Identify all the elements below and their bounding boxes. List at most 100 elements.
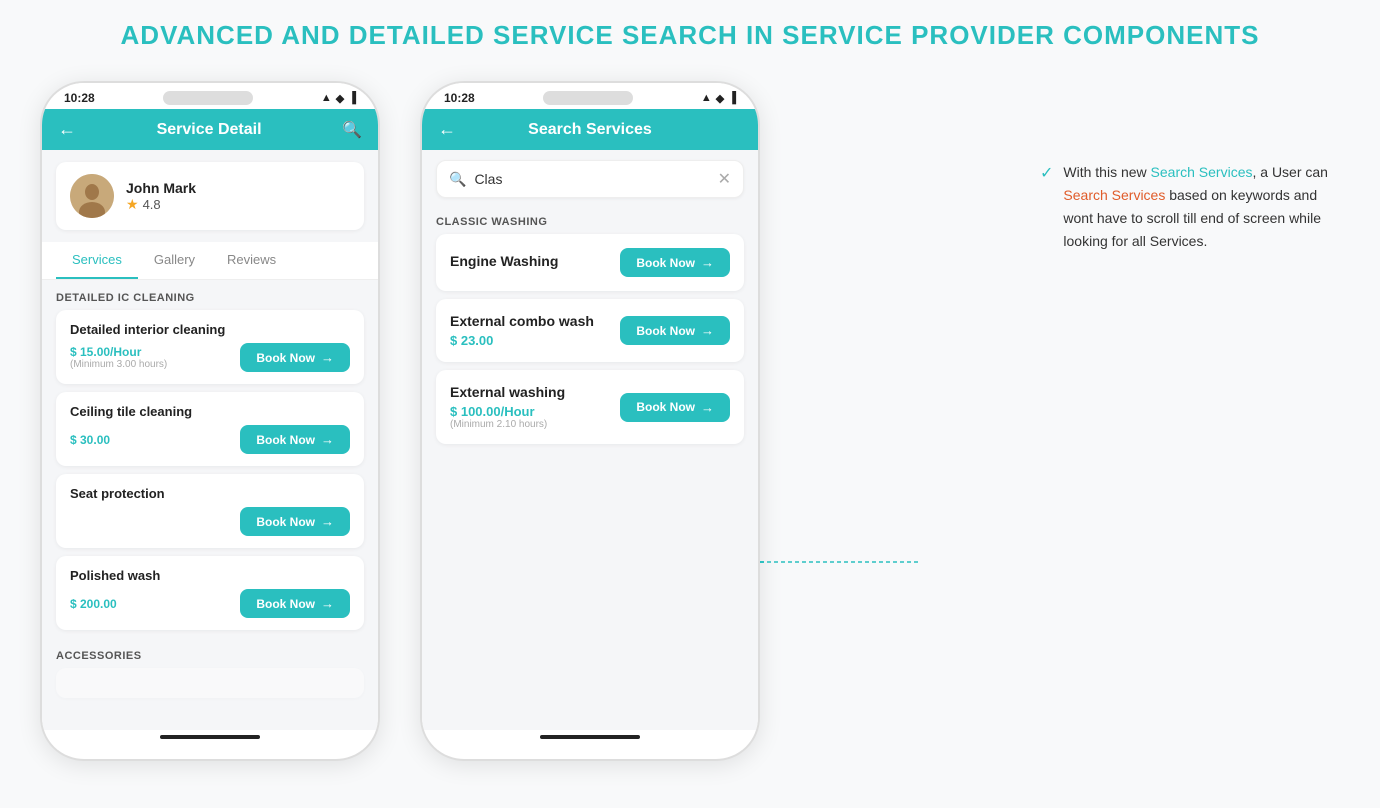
combo-price: $ 23.00 xyxy=(450,333,594,348)
home-indicator-1 xyxy=(160,735,260,739)
external-name: External washing xyxy=(450,384,565,400)
wifi-icon-2: ◆ xyxy=(716,92,724,105)
home-indicator-2 xyxy=(540,735,640,739)
status-bar-2: 10:28 ▲ ◆ ▐ xyxy=(422,83,758,109)
profile-card: John Mark ★ 4.8 xyxy=(56,162,364,230)
header-title-2: Search Services xyxy=(528,121,652,139)
signal-icon: ▲ xyxy=(321,92,332,104)
book-btn-seat[interactable]: Book Now → xyxy=(240,507,350,536)
back-button-1[interactable]: ← xyxy=(58,119,76,140)
search-button-1[interactable]: 🔍 xyxy=(342,120,362,140)
book-btn-label-polished: Book Now xyxy=(256,597,315,611)
phone-service-detail: 10:28 ▲ ◆ ▐ ← Service Detail 🔍 xyxy=(40,81,380,761)
phone-header-2: ← Search Services xyxy=(422,109,758,150)
category-label: CLASSIC WASHING xyxy=(422,208,758,234)
battery-icon-2: ▐ xyxy=(728,92,736,104)
price-ceiling: $ 30.00 xyxy=(70,433,110,447)
external-price-sub: (Minimum 2.10 hours) xyxy=(450,419,565,430)
service-card-interior: Detailed interior cleaning $ 15.00/Hour … xyxy=(56,310,364,384)
book-btn-engine[interactable]: Book Now → xyxy=(620,248,730,277)
status-icons-1: ▲ ◆ ▐ xyxy=(321,92,356,105)
arrow-icon-combo: → xyxy=(701,323,714,338)
service-card-bottom-seat: Book Now → xyxy=(70,507,350,536)
external-price: $ 100.00/Hour xyxy=(450,404,565,419)
annotation-text: With this new Search Services, a User ca… xyxy=(1063,161,1340,253)
wifi-icon: ◆ xyxy=(336,92,344,105)
check-icon: ✓ xyxy=(1040,163,1053,183)
arrow-icon-ceiling: → xyxy=(321,432,334,447)
section-label-1: DETAILED IC CLEANING xyxy=(42,280,378,310)
right-annotation: ✓ With this new Search Services, a User … xyxy=(800,81,1340,253)
book-btn-label-seat: Book Now xyxy=(256,515,315,529)
signal-icon-2: ▲ xyxy=(701,92,712,104)
service-name-seat: Seat protection xyxy=(70,486,350,501)
notch-2 xyxy=(543,91,633,105)
status-icons-2: ▲ ◆ ▐ xyxy=(701,92,736,105)
time-1: 10:28 xyxy=(64,91,95,105)
arrow-icon-polished: → xyxy=(321,596,334,611)
book-btn-polished[interactable]: Book Now → xyxy=(240,589,350,618)
section-label-accessories: Accessories xyxy=(42,638,378,668)
arrow-icon-external: → xyxy=(701,400,714,415)
engine-info: Engine Washing xyxy=(450,253,558,273)
arrow-icon-seat: → xyxy=(321,514,334,529)
book-btn-label-external: Book Now xyxy=(636,400,695,414)
service-price-interior: $ 15.00/Hour (Minimum 3.00 hours) xyxy=(70,345,167,370)
phone-content-2: 🔍 ✕ CLASSIC WASHING Engine Washing Book … xyxy=(422,150,758,730)
bottom-bar-2 xyxy=(422,730,758,750)
search-bar[interactable]: 🔍 ✕ xyxy=(436,160,744,198)
engine-name: Engine Washing xyxy=(450,253,558,269)
price-sub-interior: (Minimum 3.00 hours) xyxy=(70,359,167,370)
book-btn-interior[interactable]: Book Now → xyxy=(240,343,350,372)
star-icon: ★ xyxy=(126,196,139,213)
phone-search-services: 10:28 ▲ ◆ ▐ ← Search Services 🔍 ✕ CLASSI… xyxy=(420,81,760,761)
service-card-bottom-polished: $ 200.00 Book Now → xyxy=(70,589,350,618)
connector-line xyxy=(760,561,920,563)
back-button-2[interactable]: ← xyxy=(438,119,456,140)
price-polished: $ 200.00 xyxy=(70,597,117,611)
book-btn-ceiling[interactable]: Book Now → xyxy=(240,425,350,454)
price-interior: $ 15.00/Hour xyxy=(70,345,167,359)
tabs-bar: Services Gallery Reviews xyxy=(42,242,378,280)
tab-services[interactable]: Services xyxy=(56,242,138,279)
search-icon: 🔍 xyxy=(449,171,466,188)
service-card-bottom-ceiling: $ 30.00 Book Now → xyxy=(70,425,350,454)
search-result-combo: External combo wash $ 23.00 Book Now → xyxy=(436,299,744,362)
page-title: ADVANCED AND DETAILED SERVICE SEARCH IN … xyxy=(40,20,1340,51)
avatar xyxy=(70,174,114,218)
search-result-external: External washing $ 100.00/Hour (Minimum … xyxy=(436,370,744,444)
service-name-interior: Detailed interior cleaning xyxy=(70,322,350,337)
search-input[interactable] xyxy=(474,171,709,187)
status-bar-1: 10:28 ▲ ◆ ▐ xyxy=(42,83,378,109)
service-card-seat: Seat protection Book Now → xyxy=(56,474,364,548)
book-btn-external[interactable]: Book Now → xyxy=(620,393,730,422)
highlight-search-action: Search Services xyxy=(1063,187,1165,203)
profile-name: John Mark xyxy=(126,180,196,196)
external-info: External washing $ 100.00/Hour (Minimum … xyxy=(450,384,565,430)
phone-content-1: John Mark ★ 4.8 Services Gallery Reviews… xyxy=(42,150,378,730)
service-name-polished: Polished wash xyxy=(70,568,350,583)
combo-name: External combo wash xyxy=(450,313,594,329)
tab-reviews[interactable]: Reviews xyxy=(211,242,292,279)
arrow-icon-engine: → xyxy=(701,255,714,270)
book-btn-label-combo: Book Now xyxy=(636,324,695,338)
profile-info: John Mark ★ 4.8 xyxy=(126,180,196,213)
service-name-ceiling: Ceiling tile cleaning xyxy=(70,404,350,419)
combo-info: External combo wash $ 23.00 xyxy=(450,313,594,348)
rating-value: 4.8 xyxy=(143,197,161,212)
service-card-polished: Polished wash $ 200.00 Book Now → xyxy=(56,556,364,630)
service-card-bottom-interior: $ 15.00/Hour (Minimum 3.00 hours) Book N… xyxy=(70,343,350,372)
bottom-bar-1 xyxy=(42,730,378,750)
tab-gallery[interactable]: Gallery xyxy=(138,242,211,279)
book-btn-combo[interactable]: Book Now → xyxy=(620,316,730,345)
service-card-accessories-partial xyxy=(56,668,364,698)
highlight-search-services: Search Services xyxy=(1151,164,1253,180)
annotation-content: ✓ With this new Search Services, a User … xyxy=(1040,161,1340,253)
battery-icon: ▐ xyxy=(348,92,356,104)
profile-rating: ★ 4.8 xyxy=(126,196,196,213)
notch-1 xyxy=(163,91,253,105)
clear-search-button[interactable]: ✕ xyxy=(718,169,731,189)
phone-header-1: ← Service Detail 🔍 xyxy=(42,109,378,150)
time-2: 10:28 xyxy=(444,91,475,105)
service-card-ceiling: Ceiling tile cleaning $ 30.00 Book Now → xyxy=(56,392,364,466)
